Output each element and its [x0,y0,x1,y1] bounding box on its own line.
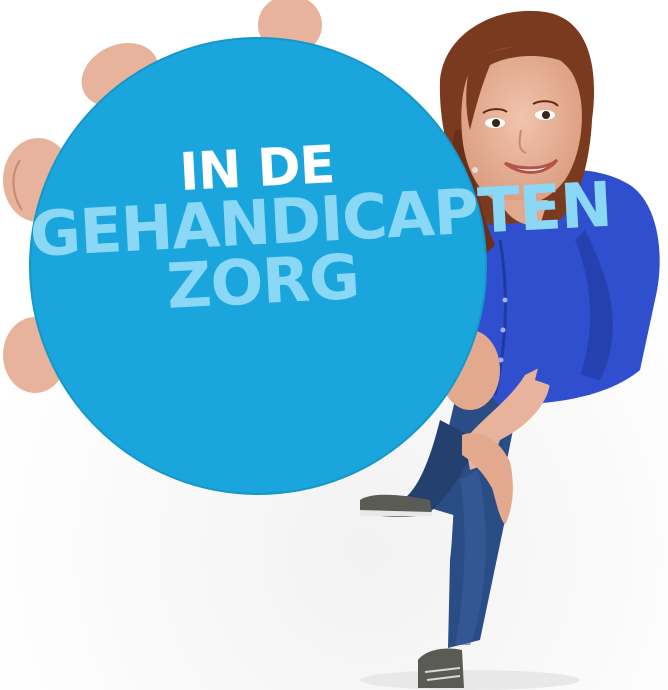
badge-text: IN DE GEHANDICAPTEN ZORG [26,133,613,324]
floor-shadow [360,670,580,690]
photo-stage: IN DE GEHANDICAPTEN ZORG [0,0,668,690]
person-holding-badge-photo [0,0,668,690]
